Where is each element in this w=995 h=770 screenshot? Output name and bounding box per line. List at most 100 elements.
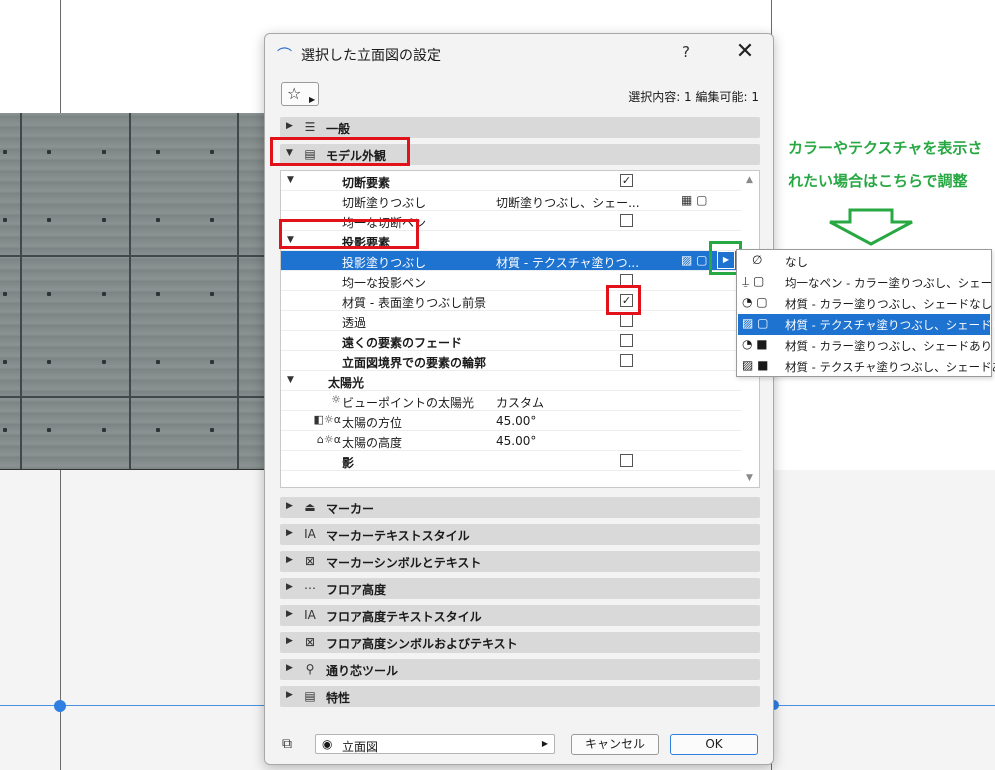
shadow-checkbox[interactable]	[620, 454, 633, 467]
wall-joint	[0, 396, 268, 398]
text-style-icon: IA	[304, 527, 316, 541]
panel-label: フロア高度テキストスタイル	[326, 610, 482, 624]
row-label: 遠くの要素のフェード	[342, 336, 463, 350]
dropdown-item-selected[interactable]: ▨ ▢ 材質 - テクスチャ塗りつぶし、シェードなし	[738, 314, 995, 335]
row-value: 材質 - テクスチャ塗りつ...	[496, 256, 640, 270]
panel-floor-level[interactable]: ▶ ⋯ フロア高度	[280, 578, 760, 599]
boundary-contour-checkbox[interactable]	[620, 354, 633, 367]
dropdown-item[interactable]: ⍊ ▢ 均一なペン - カラー塗りつぶし、シェードなし	[738, 272, 995, 293]
archicad-icon: ⌒	[277, 46, 293, 64]
highlight-surface-checkbox	[606, 285, 641, 315]
panel-label: フロア高度シンボルおよびテキスト	[326, 637, 518, 651]
distant-fade-checkbox[interactable]	[620, 334, 633, 347]
color-fill-shaded-icon: ◔ ■	[742, 337, 768, 351]
row-label: 太陽の方位	[342, 416, 403, 430]
row-label: 太陽光	[328, 376, 365, 390]
texture-fill-shaded-icon: ▨ ■	[742, 358, 769, 372]
cut-elements-checkbox[interactable]: ✓	[620, 174, 633, 187]
panel-floor-level-text-style[interactable]: ▶ IA フロア高度テキストスタイル	[280, 605, 760, 626]
row-value[interactable]: 45.00°	[496, 414, 536, 428]
scroll-down-icon[interactable]: ▼	[746, 473, 753, 483]
row-sun-altitude[interactable]: ⌂☼α 太陽の高度 45.00°	[281, 431, 741, 451]
view-selector[interactable]: ◉ 立面図 ▶	[315, 734, 555, 754]
down-arrow-icon	[829, 208, 913, 246]
symbol-text-icon: ⊠	[304, 635, 316, 649]
panel-general[interactable]: ▶ ☰ 一般	[280, 117, 760, 138]
cancel-button[interactable]: キャンセル	[571, 734, 659, 755]
row-label: 切断要素	[342, 176, 391, 190]
elevation-wall-texture	[0, 113, 268, 469]
grid-line	[60, 0, 61, 113]
row-cut-fill[interactable]: 切断塗りつぶし 切断塗りつぶし、シェー... ▦ ▢	[281, 191, 741, 211]
general-settings-icon: ☰	[304, 120, 316, 134]
close-button[interactable]: ✕	[733, 40, 757, 64]
layer-icon: ⧉	[282, 736, 292, 752]
panel-marker-text-style[interactable]: ▶ IA マーカーテキストスタイル	[280, 524, 760, 545]
highlight-model-appearance	[270, 137, 410, 166]
panel-marker[interactable]: ▶ ⏏ マーカー	[280, 497, 760, 518]
row-surface-fill-foreground[interactable]: 材質 - 表面塗りつぶし前景 ✓	[281, 291, 741, 311]
chevron-right-icon: ▶	[541, 739, 548, 748]
marker-icon: ⏏	[304, 500, 316, 514]
text-style-icon: IA	[304, 608, 316, 622]
model-appearance-table: ▼ 切断要素 ✓ 切断塗りつぶし 切断塗りつぶし、シェー... ▦ ▢ 均一な切…	[280, 170, 760, 488]
floor-level-icon: ⋯	[304, 581, 316, 595]
chevron-right-icon: ▶	[286, 636, 293, 646]
dropdown-item[interactable]: ▨ ■ 材質 - テクスチャ塗りつぶし、シェードあり	[738, 356, 995, 377]
row-distant-fade[interactable]: 遠くの要素のフェード	[281, 331, 741, 351]
dialog-titlebar[interactable]: ⌒ 選択した立面図の設定 ? ✕	[265, 34, 773, 72]
panel-label: マーカー	[326, 502, 375, 516]
scroll-up-icon[interactable]: ▲	[746, 175, 753, 185]
star-icon: ☆	[287, 84, 302, 103]
uniform-cut-pen-checkbox[interactable]	[620, 214, 633, 227]
row-label: 均一な投影ペン	[342, 276, 427, 290]
annotation-line-2: れたい場合はこちらで調整	[788, 172, 968, 190]
panel-grid-tool[interactable]: ▶ ⚲ 通り芯ツール	[280, 659, 760, 680]
dropdown-item[interactable]: ◔ ■ 材質 - カラー塗りつぶし、シェードあり	[738, 335, 992, 356]
row-label: 切断塗りつぶし	[342, 196, 427, 210]
view-label: 立面図	[342, 740, 379, 754]
panel-label: 特性	[326, 691, 351, 705]
panel-marker-symbol-text[interactable]: ▶ ⊠ マーカーシンボルとテキスト	[280, 551, 760, 572]
row-shadow[interactable]: 影	[281, 451, 741, 471]
chevron-down-icon: ▼	[287, 375, 294, 385]
dropdown-item[interactable]: ∅ なし	[738, 251, 990, 272]
chevron-right-icon: ▶	[286, 663, 293, 673]
panel-floor-level-symbol-text[interactable]: ▶ ⊠ フロア高度シンボルおよびテキスト	[280, 632, 760, 653]
row-label: 立面図境界での要素の輪郭	[342, 356, 487, 370]
panel-properties[interactable]: ▶ ▤ 特性	[280, 686, 760, 707]
panel-label: マーカーシンボルとテキスト	[326, 556, 482, 570]
fill-type-icon: ▦ ▢	[681, 193, 708, 207]
panel-label: マーカーテキストスタイル	[326, 529, 470, 543]
transparency-checkbox[interactable]	[620, 314, 633, 327]
row-uniform-projected-pen[interactable]: 均一な投影ペン	[281, 271, 741, 291]
chevron-right-icon: ▶	[286, 582, 293, 592]
chevron-right-icon: ▶	[286, 501, 293, 511]
annotation-line-1: カラーやテクスチャを表示さ	[788, 139, 983, 157]
row-sun-azimuth[interactable]: ◧☼α 太陽の方位 45.00°	[281, 411, 741, 431]
selection-info: 選択内容: 1 編集可能: 1	[628, 90, 759, 104]
panel-label: 通り芯ツール	[326, 664, 399, 678]
panel-label: 一般	[326, 122, 351, 136]
row-projected-fill[interactable]: 投影塗りつぶし 材質 - テクスチャ塗りつ... ▨ ▢	[281, 251, 741, 271]
eye-icon: ◉	[322, 737, 333, 751]
wall-joint	[237, 113, 239, 469]
row-label: ビューポイントの太陽光	[342, 396, 475, 410]
grid-axis-node[interactable]	[54, 700, 66, 712]
texture-fill-cube-icon: ▨ ▢	[742, 316, 769, 330]
row-value[interactable]: 45.00°	[496, 434, 536, 448]
dropdown-item[interactable]: ◔ ▢ 材質 - カラー塗りつぶし、シェードなし	[738, 293, 992, 314]
row-transparency[interactable]: 透過	[281, 311, 741, 331]
favorites-button[interactable]: ☆ ▶	[281, 82, 319, 106]
symbol-text-icon: ⊠	[304, 554, 316, 568]
ok-button[interactable]: OK	[670, 734, 758, 755]
row-label: 太陽の高度	[342, 436, 403, 450]
sun-altitude-icon: ⌂☼α	[316, 433, 341, 446]
texture-fill-icon: ▨ ▢	[681, 253, 708, 267]
row-sun[interactable]: ▼ 太陽光	[281, 371, 741, 391]
help-button[interactable]: ?	[675, 43, 697, 63]
row-viewpoint-sun[interactable]: ☼ ビューポイントの太陽光 カスタム	[281, 391, 741, 411]
chevron-down-icon: ▼	[287, 175, 294, 185]
row-boundary-contour[interactable]: 立面図境界での要素の輪郭	[281, 351, 741, 371]
row-cut-elements[interactable]: ▼ 切断要素 ✓	[281, 171, 741, 191]
